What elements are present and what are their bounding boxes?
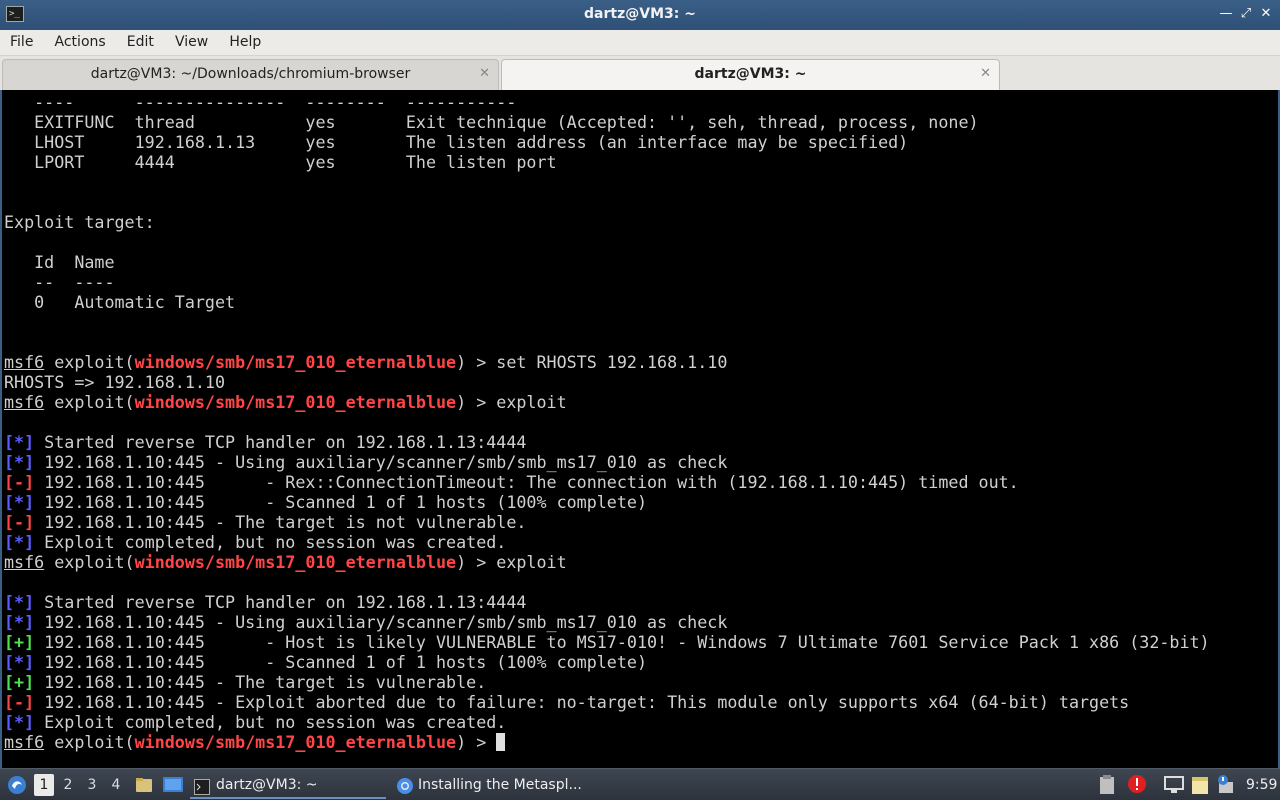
task-label: Installing the Metaspl... <box>418 777 582 793</box>
terminal-line: LPORT 4444 yes The listen port <box>4 152 557 172</box>
prompt-prefix: msf6 <box>4 352 45 372</box>
notes-icon[interactable] <box>1190 774 1210 796</box>
clipboard-icon[interactable] <box>1099 775 1115 795</box>
status-tag: [*] <box>4 592 35 612</box>
menu-edit[interactable]: Edit <box>127 30 154 50</box>
menu-view[interactable]: View <box>175 30 208 50</box>
terminal-status-line: [-] 192.168.1.10:445 - Exploit aborted d… <box>4 692 1130 712</box>
prompt-module: windows/smb/ms17_010_eternalblue <box>134 392 457 412</box>
prompt-module: windows/smb/ms17_010_eternalblue <box>134 732 457 752</box>
minimize-icon[interactable]: — <box>1217 5 1235 23</box>
workspace-2[interactable]: 2 <box>58 774 78 796</box>
terminal-status-line: [-] 192.168.1.10:445 - Rex::ConnectionTi… <box>4 472 1019 492</box>
workspace-1[interactable]: 1 <box>34 774 54 796</box>
status-tag: [*] <box>4 452 35 472</box>
prompt-prefix: msf6 <box>4 392 45 412</box>
clock[interactable]: 9:59 <box>1246 769 1277 800</box>
terminal-prompt-line: msf6 exploit(windows/smb/ms17_010_eterna… <box>4 732 1210 752</box>
terminal-lines: ---- --------------- -------- ----------… <box>4 92 1210 752</box>
status-tag: [*] <box>4 652 35 672</box>
terminal-status-line: [*] 192.168.1.10:445 - Scanned 1 of 1 ho… <box>4 492 647 512</box>
terminal-line: Exploit target: <box>4 212 155 232</box>
workspace-4[interactable]: 4 <box>106 774 126 796</box>
prompt-prefix: msf6 <box>4 732 45 752</box>
task-terminal[interactable]: dartz@VM3: ~ <box>190 771 386 799</box>
terminal-status-line: [*] 192.168.1.10:445 - Using auxiliary/s… <box>4 452 728 472</box>
terminal-status-line: [*] Started reverse TCP handler on 192.1… <box>4 432 527 452</box>
menu-bar: File Actions Edit View Help <box>0 30 1280 56</box>
task-label: dartz@VM3: ~ <box>216 777 318 793</box>
terminal-line: EXITFUNC thread yes Exit technique (Acce… <box>4 112 979 132</box>
status-tag: [*] <box>4 492 35 512</box>
tab-close-icon[interactable]: ✕ <box>980 60 991 88</box>
status-tag: [*] <box>4 532 35 552</box>
prompt-module: windows/smb/ms17_010_eternalblue <box>134 352 457 372</box>
terminal-prompt-line: msf6 exploit(windows/smb/ms17_010_eterna… <box>4 552 567 572</box>
terminal-status-line: [+] 192.168.1.10:445 - Host is likely VU… <box>4 632 1210 652</box>
window-titlebar: >_ dartz@VM3: ~ — ⤢ ✕ <box>0 0 1280 30</box>
terminal-status-line: [*] Started reverse TCP handler on 192.1… <box>4 592 527 612</box>
terminal-line: 0 Automatic Target <box>4 292 236 312</box>
status-tag: [*] <box>4 712 35 732</box>
terminal-line: ---- --------------- -------- ----------… <box>4 92 517 112</box>
terminal-status-line: [*] 192.168.1.10:445 - Using auxiliary/s… <box>4 612 728 632</box>
status-tag: [*] <box>4 432 35 452</box>
status-tag: [-] <box>4 472 35 492</box>
status-tag: [-] <box>4 692 35 712</box>
tab-close-icon[interactable]: ✕ <box>479 60 490 88</box>
terminal-status-line: [*] 192.168.1.10:445 - Scanned 1 of 1 ho… <box>4 652 647 672</box>
status-tag: [*] <box>4 612 35 632</box>
show-desktop-icon[interactable] <box>162 775 184 795</box>
terminal-prompt-line: msf6 exploit(windows/smb/ms17_010_eterna… <box>4 352 728 372</box>
terminal-status-line: [*] Exploit completed, but no session wa… <box>4 532 507 552</box>
tab-label: dartz@VM3: ~ <box>694 66 807 82</box>
browser-icon <box>396 777 414 795</box>
status-tag: [+] <box>4 632 35 652</box>
workspace-3[interactable]: 3 <box>82 774 102 796</box>
tab-label: dartz@VM3: ~/Downloads/chromium-browser <box>90 66 411 82</box>
maximize-icon[interactable]: ⤢ <box>1237 5 1255 23</box>
menu-file[interactable]: File <box>10 30 33 50</box>
terminal-prompt-line: msf6 exploit(windows/smb/ms17_010_eterna… <box>4 392 567 412</box>
menu-help[interactable]: Help <box>229 30 261 50</box>
terminal-line: Id Name <box>4 252 115 272</box>
network-icon[interactable] <box>1216 774 1238 796</box>
start-menu-icon[interactable] <box>6 774 28 796</box>
tab-chromium-browser[interactable]: dartz@VM3: ~/Downloads/chromium-browser … <box>2 59 499 90</box>
terminal-icon <box>194 777 210 795</box>
terminal-line: -- ---- <box>4 272 115 292</box>
terminal-line: LHOST 192.168.1.13 yes The listen addres… <box>4 132 909 152</box>
display-icon[interactable] <box>1164 776 1184 794</box>
terminal-status-line: [*] Exploit completed, but no session wa… <box>4 712 507 732</box>
task-browser[interactable]: Installing the Metaspl... <box>392 771 602 799</box>
terminal-status-line: [+] 192.168.1.10:445 - The target is vul… <box>4 672 487 692</box>
update-alert-icon[interactable] <box>1127 774 1147 794</box>
taskbar: 1 2 3 4 dartz@VM3: ~ Installing the Meta… <box>0 768 1280 800</box>
status-tag: [+] <box>4 672 35 692</box>
status-tag: [-] <box>4 512 35 532</box>
prompt-prefix: msf6 <box>4 552 45 572</box>
tab-home[interactable]: dartz@VM3: ~ ✕ <box>501 59 1000 90</box>
terminal-status-line: [-] 192.168.1.10:445 - The target is not… <box>4 512 527 532</box>
file-manager-icon[interactable] <box>134 775 154 795</box>
terminal-output[interactable]: ---- --------------- -------- ----------… <box>0 90 1280 768</box>
text-cursor[interactable] <box>496 733 506 751</box>
close-icon[interactable]: ✕ <box>1257 5 1275 23</box>
menu-actions[interactable]: Actions <box>55 30 106 50</box>
tab-bar: dartz@VM3: ~/Downloads/chromium-browser … <box>0 56 1280 90</box>
window-title: dartz@VM3: ~ <box>584 6 696 22</box>
prompt-module: windows/smb/ms17_010_eternalblue <box>134 552 457 572</box>
terminal-line: RHOSTS => 192.168.1.10 <box>4 372 226 392</box>
